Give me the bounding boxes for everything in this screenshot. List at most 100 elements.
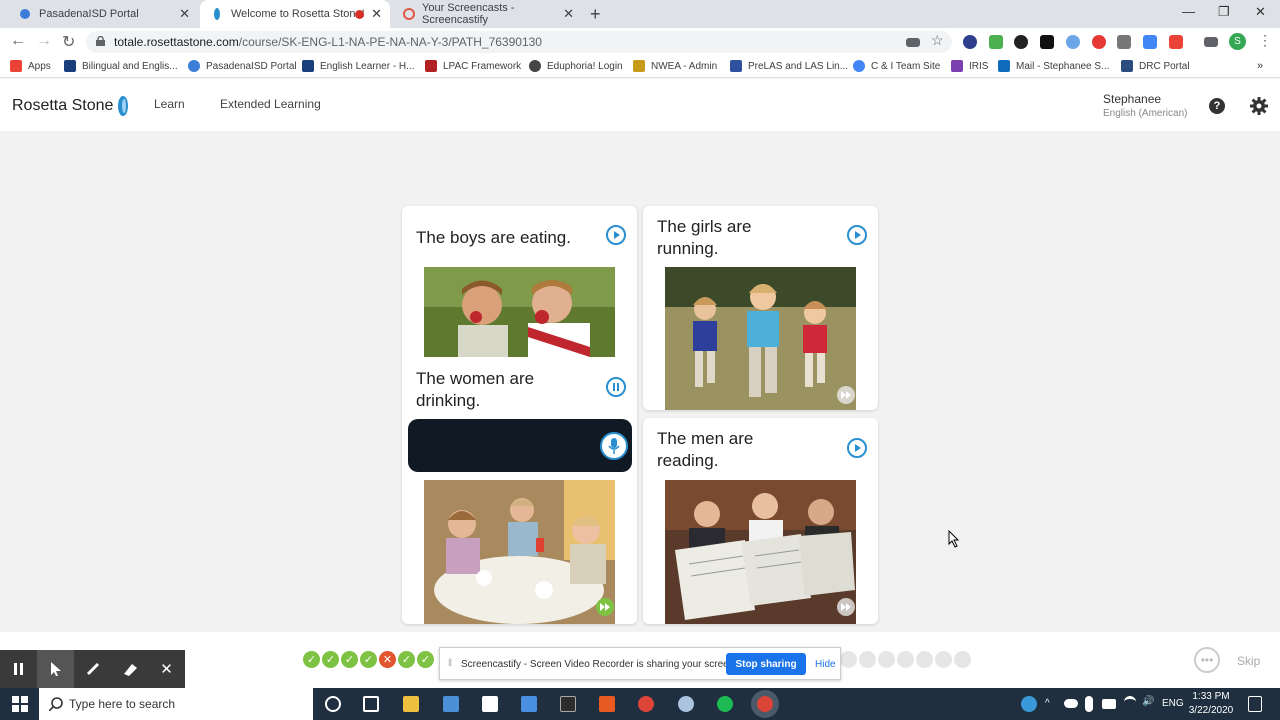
fast-forward-icon[interactable] <box>837 386 855 404</box>
profile-avatar[interactable]: S <box>1229 33 1246 50</box>
progress-dot-pending <box>859 651 876 668</box>
dropbox-icon[interactable] <box>521 696 537 712</box>
input-language[interactable]: ENG <box>1162 698 1184 709</box>
gear-icon[interactable] <box>1250 97 1268 115</box>
cursor-tool-icon[interactable] <box>37 650 74 688</box>
play-audio-button[interactable] <box>847 225 867 245</box>
file-explorer-icon[interactable] <box>403 696 419 712</box>
task-view-icon[interactable] <box>363 696 379 712</box>
new-tab-button[interactable]: + <box>590 4 601 25</box>
nwea-icon <box>633 60 645 72</box>
bookmark-item[interactable]: IRIS <box>951 60 988 72</box>
bookmark-item[interactable]: Eduphoria! Login <box>529 60 623 72</box>
notifications-icon[interactable] <box>1248 696 1262 712</box>
play-audio-button[interactable] <box>606 225 626 245</box>
spotify-icon[interactable] <box>717 696 733 712</box>
close-window-icon[interactable]: ✕ <box>1255 4 1266 20</box>
tab-rosetta[interactable]: Welcome to Rosetta Stone! ✕ <box>200 0 390 28</box>
reload-icon[interactable]: ↻ <box>62 32 75 52</box>
globe-icon <box>188 60 200 72</box>
url-path: /course/SK-ENG-L1-NA-PE-NA-NA-Y-3/PATH_7… <box>238 35 542 49</box>
user-language: English (American) <box>1103 108 1188 119</box>
mail-icon[interactable] <box>443 696 459 712</box>
play-extension-icon[interactable] <box>1014 35 1028 49</box>
bookmark-item[interactable]: Bilingual and Englis... <box>64 60 178 72</box>
star-icon[interactable]: ☆ <box>931 32 944 49</box>
bookmark-item[interactable]: C & I Team Site <box>853 60 940 72</box>
wifi-icon[interactable] <box>1124 696 1136 708</box>
hide-button[interactable]: Hide <box>815 659 836 670</box>
close-icon[interactable]: ✕ <box>179 6 190 22</box>
share-message: Screencastify - Screen Video Recorder is… <box>461 659 738 670</box>
address-bar[interactable]: totale.rosettastone.com/course/SK-ENG-L1… <box>86 31 952 53</box>
screencastify-extension-icon[interactable] <box>1092 35 1106 49</box>
pause-recording-icon[interactable] <box>0 650 37 688</box>
chrome-active-icon[interactable] <box>757 696 773 712</box>
chevron-up-icon[interactable]: ^ <box>1045 698 1055 709</box>
extension-icon[interactable] <box>989 35 1003 49</box>
rosetta-stone-logo[interactable]: Rosetta Stone <box>12 95 130 117</box>
fast-forward-icon[interactable] <box>837 598 855 616</box>
more-bookmarks-icon[interactable]: » <box>1257 60 1263 72</box>
bookmark-item[interactable]: PreLAS and LAS Lin... <box>730 60 848 72</box>
close-icon[interactable]: ✕ <box>371 6 382 22</box>
help-tray-icon[interactable] <box>1021 696 1037 712</box>
extension-icon[interactable] <box>1066 35 1080 49</box>
lesson-card-men: The men are reading. <box>643 418 878 624</box>
minimize-icon[interactable]: — <box>1182 4 1195 19</box>
user-name[interactable]: Stephanee <box>1103 92 1161 106</box>
cloud-icon[interactable] <box>1117 35 1131 49</box>
office-icon[interactable] <box>599 696 615 712</box>
tab-screencastify[interactable]: Your Screencasts - Screencastify ✕ <box>392 0 582 28</box>
tab-pasadenaisd[interactable]: PasadenaISD Portal ✕ <box>8 0 198 28</box>
card-text-men: The men are reading. <box>657 429 754 470</box>
bookmark-item[interactable]: Mail - Stephanee S... <box>998 60 1109 72</box>
more-options-icon[interactable]: ••• <box>1194 647 1220 673</box>
media-icon[interactable] <box>1204 37 1218 47</box>
outlook-icon <box>998 60 1010 72</box>
onedrive-icon[interactable] <box>1064 699 1078 708</box>
app-icon[interactable] <box>678 696 694 712</box>
nav-extended-learning[interactable]: Extended Learning <box>220 97 321 111</box>
pause-audio-button[interactable] <box>606 377 626 397</box>
fast-forward-icon[interactable] <box>596 598 614 616</box>
taskbar-search-box[interactable]: Type here to search <box>39 688 313 720</box>
battery-icon[interactable] <box>1102 699 1116 709</box>
k-extension-icon[interactable] <box>963 35 977 49</box>
help-icon[interactable]: ? <box>1209 98 1225 114</box>
bookmark-item[interactable]: NWEA - Admin <box>633 60 717 72</box>
camera-icon[interactable] <box>906 38 920 47</box>
microphone-icon[interactable] <box>600 432 628 460</box>
app-icon[interactable] <box>560 696 576 712</box>
eraser-tool-icon[interactable] <box>111 650 148 688</box>
nav-learn[interactable]: Learn <box>154 97 185 111</box>
speech-recording-bar[interactable] <box>408 419 632 472</box>
restore-icon[interactable]: ❐ <box>1218 4 1230 20</box>
apps-grid-icon[interactable] <box>1169 35 1183 49</box>
skip-button[interactable]: Skip <box>1237 654 1260 668</box>
bookmark-item[interactable]: PasadenaISD Portal <box>188 60 297 72</box>
bookmark-item[interactable]: English Learner - H... <box>302 60 415 72</box>
more-menu-icon[interactable]: ⋮ <box>1258 32 1272 49</box>
close-icon[interactable]: ✕ <box>563 6 574 22</box>
pen-tool-icon[interactable] <box>74 650 111 688</box>
volume-icon[interactable]: 🔊 <box>1142 696 1154 708</box>
stop-sharing-button[interactable]: Stop sharing <box>726 653 806 675</box>
microphone-tray-icon[interactable] <box>1085 696 1093 712</box>
system-clock[interactable]: 1:33 PM 3/22/2020 <box>1184 690 1238 718</box>
chrome-icon[interactable] <box>638 696 654 712</box>
play-audio-button[interactable] <box>847 438 867 458</box>
bookmark-item[interactable]: DRC Portal <box>1121 60 1190 72</box>
cortana-icon[interactable] <box>325 696 341 712</box>
amazon-icon[interactable] <box>482 696 498 712</box>
bookmark-item[interactable]: Apps <box>10 60 51 72</box>
extension-icon[interactable] <box>1040 35 1054 49</box>
translate-icon[interactable] <box>1143 35 1157 49</box>
drag-handle-icon[interactable]: ‖ <box>448 658 452 669</box>
back-icon[interactable]: ← <box>10 32 26 50</box>
forward-icon[interactable]: → <box>36 32 52 50</box>
progress-dot-correct: ✓ <box>398 651 415 668</box>
close-controls-icon[interactable]: ✕ <box>148 650 185 688</box>
windows-start-icon[interactable] <box>0 688 39 720</box>
bookmark-item[interactable]: LPAC Framework <box>425 60 521 72</box>
